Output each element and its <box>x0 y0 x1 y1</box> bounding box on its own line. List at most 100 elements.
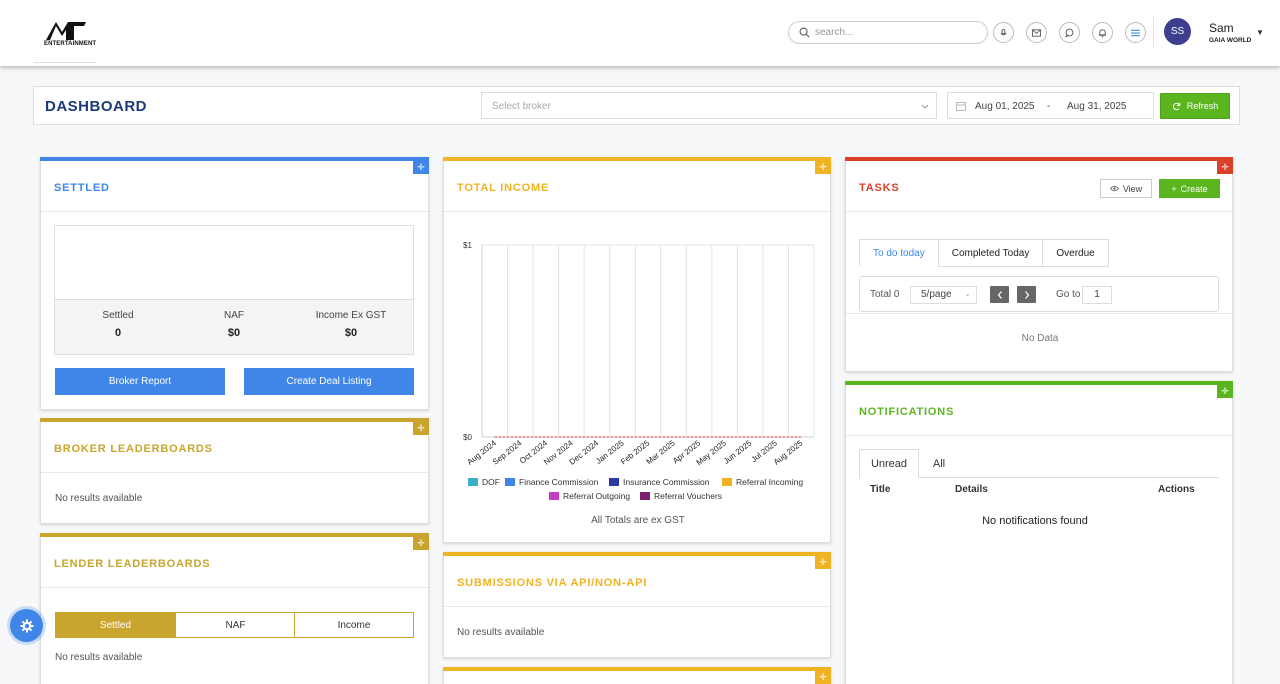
chevron-right-icon <box>1024 290 1029 299</box>
user-organization: GAIA WORLD <box>1209 37 1252 44</box>
x-tick-label: Aug 2025 <box>772 438 805 467</box>
search-box[interactable] <box>788 21 988 44</box>
page-size-select[interactable]: 5/page ⌄ <box>910 286 977 304</box>
card-title: SETTLED <box>54 182 110 194</box>
stat-income-ex-gst: Income Ex GST $0 <box>291 310 411 339</box>
calendar-icon <box>956 102 966 111</box>
broker-select[interactable]: Select broker <box>481 92 937 119</box>
card-title: LENDER LEADERBOARDS <box>54 558 211 570</box>
page-title: DASHBOARD <box>45 98 147 115</box>
chat-icon <box>1065 28 1074 37</box>
settled-stats-row: Settled 0 NAF $0 Income Ex GST $0 <box>55 299 413 354</box>
eye-icon <box>1109 185 1119 192</box>
legend-insurance-commission[interactable]: Insurance Commission <box>609 477 709 487</box>
drag-handle-move-icon[interactable]: ✛ <box>413 160 429 174</box>
empty-message: No Data <box>1021 333 1059 344</box>
prev-page-button[interactable] <box>990 286 1009 303</box>
card-title: NOTIFICATIONS <box>859 406 955 418</box>
card-accent <box>40 418 429 422</box>
drag-handle-move-icon[interactable]: ✛ <box>815 670 831 684</box>
date-range-picker[interactable]: Aug 01, 2025 - Aug 31, 2025 <box>947 92 1154 119</box>
user-menu-caret-icon[interactable]: ▼ <box>1256 28 1264 37</box>
card-accent <box>40 533 429 537</box>
notifications-card: ✛ NOTIFICATIONS Unread All Title Details… <box>845 381 1233 684</box>
lender-leaderboards-card: ✛ LENDER LEADERBOARDS Settled NAF Income… <box>40 533 429 684</box>
goto-label: Go to <box>1056 289 1081 300</box>
date-to[interactable]: Aug 31, 2025 <box>1067 101 1127 112</box>
refresh-label: Refresh <box>1186 101 1219 111</box>
legend-referral-outgoing[interactable]: Referral Outgoing <box>549 491 630 501</box>
legend-swatch <box>609 478 619 486</box>
search-icon <box>799 27 810 38</box>
x-tick-label: Mar 2025 <box>645 438 678 466</box>
card-header-divider <box>41 472 428 473</box>
next-card: ✛ <box>443 667 831 684</box>
total-income-card: ✛ TOTAL INCOME $1 $0 Aug 2024 Sep 2024 Oct 2… <box>443 157 831 543</box>
view-tasks-button[interactable]: View <box>1100 179 1152 198</box>
legend-referral-vouchers[interactable]: Referral Vouchers <box>640 491 722 501</box>
date-from[interactable]: Aug 01, 2025 <box>975 101 1035 112</box>
user-name[interactable]: Sam <box>1209 21 1234 35</box>
mail-icon <box>1032 28 1041 37</box>
chat-button[interactable] <box>1059 22 1080 43</box>
refresh-button[interactable]: Refresh <box>1160 93 1230 119</box>
mic-button[interactable] <box>993 22 1014 43</box>
broker-select-placeholder: Select broker <box>492 101 551 112</box>
legend-label: Finance Commission <box>519 477 599 487</box>
legend-finance-commission[interactable]: Finance Commission <box>505 477 598 487</box>
card-accent <box>845 381 1233 385</box>
next-page-button[interactable] <box>1017 286 1036 303</box>
legend-dof[interactable]: DOF <box>468 477 500 487</box>
legend-swatch <box>640 492 650 500</box>
card-title: SUBMISSIONS VIA API/NON-API <box>457 577 648 589</box>
chart-footnote: All Totals are ex GST <box>591 515 685 526</box>
notifications-tabs: Unread All <box>859 449 1219 478</box>
settings-button[interactable] <box>10 609 43 642</box>
empty-message: No notifications found <box>982 515 1088 527</box>
drag-handle-move-icon[interactable]: ✛ <box>815 160 831 174</box>
drag-handle-move-icon[interactable]: ✛ <box>413 421 429 435</box>
legend-swatch <box>505 478 515 486</box>
menu-button[interactable] <box>1125 22 1146 43</box>
legend-referral-incoming[interactable]: Referral Incoming <box>722 477 803 487</box>
submissions-card: ✛ SUBMISSIONS VIA API/NON-API No results… <box>443 552 831 658</box>
empty-message: No results available <box>457 627 545 638</box>
tab-completed-today[interactable]: Completed Today <box>937 239 1044 267</box>
y-tick-label: $1 <box>463 241 472 250</box>
card-accent <box>443 667 831 671</box>
x-tick-label: Dec 2024 <box>568 438 601 467</box>
card-title: TOTAL INCOME <box>457 182 550 194</box>
card-title: TASKS <box>859 182 900 194</box>
card-accent <box>40 157 429 161</box>
segment-income[interactable]: Income <box>294 612 414 638</box>
broker-report-button[interactable]: Broker Report <box>55 368 225 395</box>
notification-bell-button[interactable] <box>1092 22 1113 43</box>
create-deal-listing-button[interactable]: Create Deal Listing <box>244 368 414 395</box>
chevron-down-icon <box>921 104 929 109</box>
segment-naf[interactable]: NAF <box>175 612 296 638</box>
y-tick-label: $0 <box>463 433 472 442</box>
total-income-chart: $1$0Aug 2024Sep 2024Oct 2024Nov 2024Dec … <box>463 241 815 467</box>
stat-settled: Settled 0 <box>58 310 178 339</box>
settled-card: ✛ SETTLED Settled 0 NAF $0 Income Ex GST… <box>40 157 429 410</box>
stat-label: Settled <box>102 310 134 321</box>
search-input[interactable] <box>815 25 975 40</box>
tasks-tabs: To do today Completed Today Overdue <box>859 239 1109 267</box>
segment-settled[interactable]: Settled <box>55 612 176 638</box>
goto-page-input[interactable]: 1 <box>1082 286 1112 304</box>
drag-handle-move-icon[interactable]: ✛ <box>1217 160 1233 174</box>
tab-unread[interactable]: Unread <box>859 449 919 478</box>
tab-all[interactable]: All <box>919 449 959 478</box>
create-task-button[interactable]: + Create <box>1159 179 1220 198</box>
drag-handle-move-icon[interactable]: ✛ <box>815 555 831 569</box>
pagination-total: Total 0 <box>870 289 900 300</box>
legend-label: Insurance Commission <box>623 477 710 487</box>
mail-button[interactable] <box>1026 22 1047 43</box>
drag-handle-move-icon[interactable]: ✛ <box>1217 384 1233 398</box>
drag-handle-move-icon[interactable]: ✛ <box>413 536 429 550</box>
card-header-divider <box>846 211 1232 212</box>
legend-swatch <box>722 478 732 486</box>
tab-to-do-today[interactable]: To do today <box>859 239 939 267</box>
tab-overdue[interactable]: Overdue <box>1042 239 1109 267</box>
avatar[interactable]: SS <box>1164 18 1191 45</box>
